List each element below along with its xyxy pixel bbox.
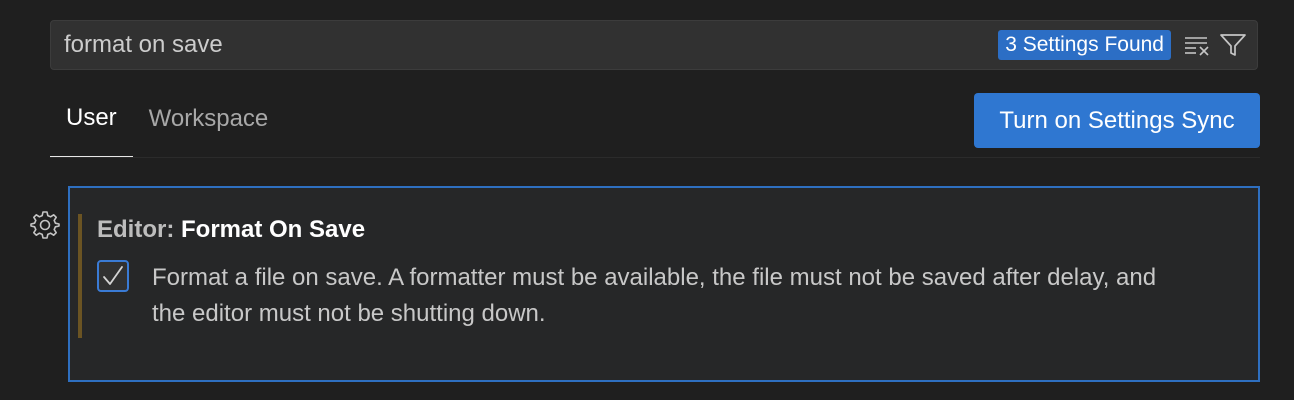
setting-category: Editor: <box>97 216 181 243</box>
gear-icon[interactable] <box>30 210 60 240</box>
tabs-divider <box>50 157 1260 158</box>
setting-description: Format a file on save. A formatter must … <box>152 264 1157 327</box>
settings-editor: 3 Settings Found User Wor <box>0 0 1294 400</box>
tab-user-label: User <box>66 104 117 131</box>
setting-name: Format On Save <box>181 216 366 243</box>
checkmark-icon <box>103 266 123 285</box>
tab-workspace-label: Workspace <box>148 105 269 132</box>
setting-item-format-on-save: Editor: Format On Save Format a file on … <box>68 186 1260 382</box>
filter-icon[interactable] <box>1217 29 1249 61</box>
clear-filter-icon[interactable] <box>1181 29 1213 61</box>
settings-search-box: 3 Settings Found <box>50 20 1258 70</box>
setting-title: Editor: Format On Save <box>97 216 365 244</box>
modified-indicator <box>78 214 82 338</box>
settings-scope-tabs: User Workspace <box>50 96 284 158</box>
results-count-badge: 3 Settings Found <box>998 30 1171 60</box>
tab-workspace[interactable]: Workspace <box>133 96 285 158</box>
settings-search-input[interactable] <box>51 21 999 69</box>
format-on-save-checkbox[interactable] <box>97 260 129 292</box>
tab-user[interactable]: User <box>50 96 133 158</box>
turn-on-settings-sync-button[interactable]: Turn on Settings Sync <box>974 93 1260 148</box>
